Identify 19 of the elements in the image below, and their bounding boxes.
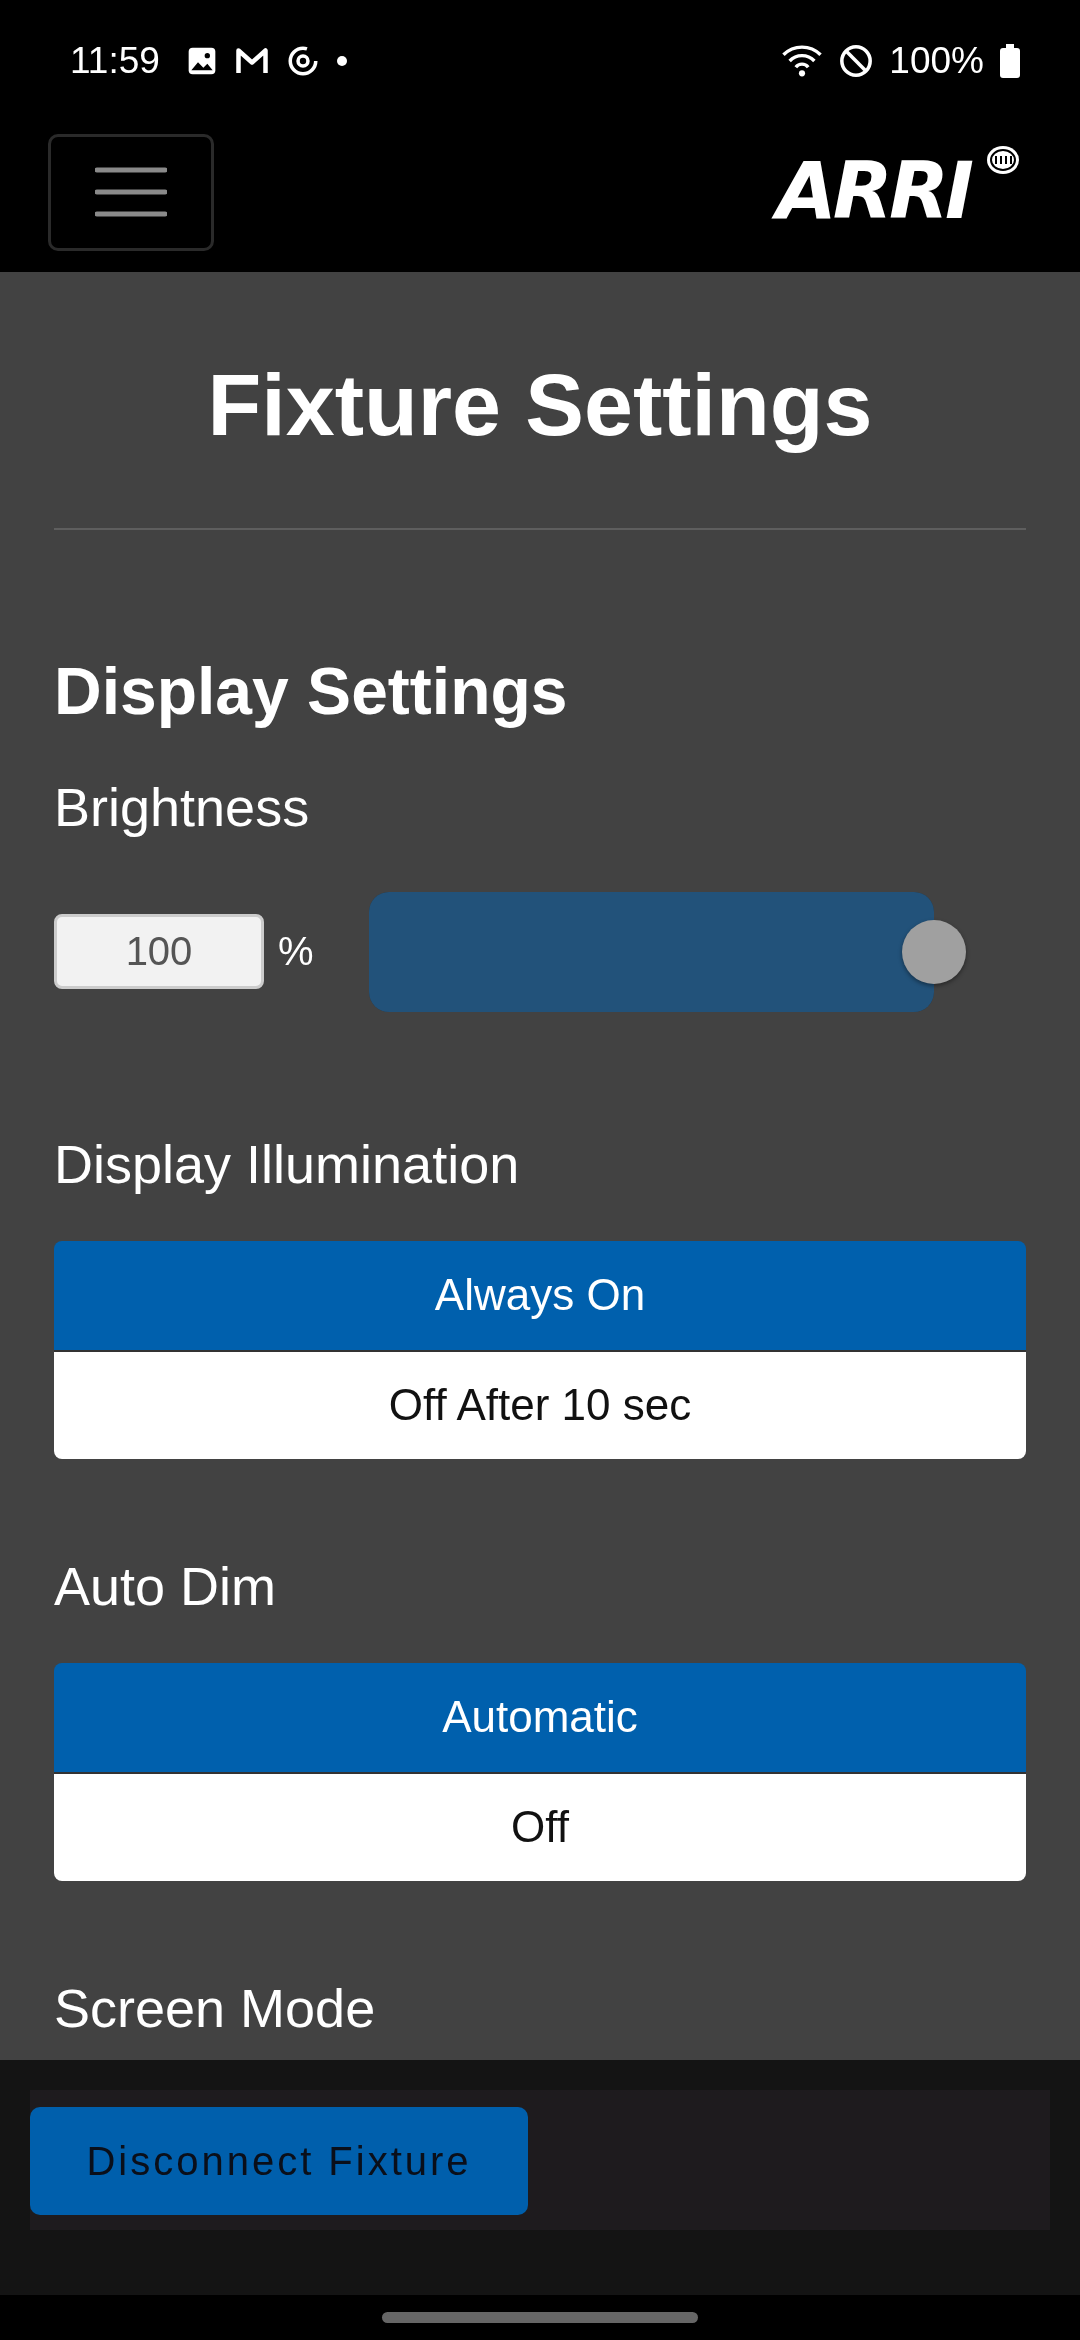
- mail-icon: [233, 46, 270, 76]
- unit-label: %: [278, 929, 314, 975]
- option-button[interactable]: Always On: [54, 1240, 1026, 1350]
- do-not-disturb-icon: [839, 44, 874, 78]
- option-button[interactable]: Automatic: [54, 1662, 1026, 1772]
- menu-button[interactable]: [48, 133, 214, 251]
- battery-level: 100%: [889, 40, 984, 82]
- battery-icon: [1000, 44, 1020, 78]
- setting-label: Auto Dim: [54, 1558, 278, 1613]
- brightness-input[interactable]: 100: [54, 914, 264, 990]
- menu-icon: [95, 166, 167, 218]
- logo: ARRI: [768, 143, 984, 241]
- setting-label: Screen Mode: [54, 1980, 377, 2035]
- option-button[interactable]: Off After 10 sec: [54, 1349, 1026, 1459]
- dot-icon: [335, 55, 348, 67]
- option-button[interactable]: Off: [54, 1771, 1026, 1881]
- wifi-icon: [781, 44, 824, 78]
- page-title: Fixture Settings: [206, 354, 874, 456]
- status-time: 11:59: [70, 40, 160, 82]
